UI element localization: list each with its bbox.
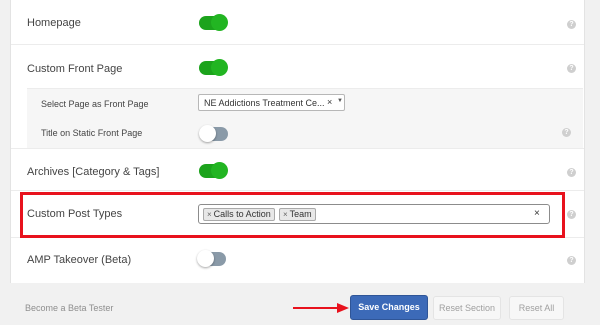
toggle-knob xyxy=(211,59,228,76)
homepage-toggle[interactable] xyxy=(199,14,228,31)
post-type-tag-label: Team xyxy=(289,209,312,219)
custom-front-page-toggle[interactable] xyxy=(199,59,228,76)
custom-post-types-multiselect[interactable]: × Calls to Action × Team × xyxy=(198,204,550,224)
title-static-toggle[interactable] xyxy=(199,125,228,142)
clear-all-icon[interactable]: × xyxy=(534,208,540,219)
amp-takeover-toggle[interactable] xyxy=(197,250,226,267)
reset-section-button[interactable]: Reset Section xyxy=(433,296,501,320)
save-changes-button[interactable]: Save Changes xyxy=(350,295,428,320)
help-icon[interactable]: ? xyxy=(567,64,576,73)
archives-row: Archives [Category & Tags] ? xyxy=(11,148,584,191)
toggle-knob xyxy=(197,250,214,267)
help-icon[interactable]: ? xyxy=(567,256,576,265)
close-icon[interactable]: × xyxy=(283,210,288,219)
help-icon[interactable]: ? xyxy=(567,168,576,177)
post-type-tag[interactable]: × Team xyxy=(279,208,316,221)
toggle-knob xyxy=(199,125,216,142)
select-page-label: Select Page as Front Page xyxy=(41,99,149,109)
post-type-tag[interactable]: × Calls to Action xyxy=(203,208,275,221)
toggle-knob xyxy=(211,162,228,179)
reset-all-button[interactable]: Reset All xyxy=(509,296,564,320)
custom-front-page-label: Custom Front Page xyxy=(27,63,123,75)
homepage-row: Homepage ? xyxy=(11,0,584,45)
beta-tester-link[interactable]: Become a Beta Tester xyxy=(25,303,113,313)
front-page-select-value: NE Addictions Treatment Ce... xyxy=(204,98,325,108)
front-page-select[interactable]: NE Addictions Treatment Ce... × ▼ xyxy=(198,94,345,111)
amp-takeover-row: AMP Takeover (Beta) ? xyxy=(11,237,584,283)
help-icon[interactable]: ? xyxy=(567,210,576,219)
archives-label: Archives [Category & Tags] xyxy=(27,166,160,178)
settings-panel: Homepage ? Custom Front Page ? Select Pa… xyxy=(10,0,585,283)
amp-takeover-label: AMP Takeover (Beta) xyxy=(27,254,132,266)
caret-down-icon[interactable]: ▼ xyxy=(337,98,343,104)
clear-selection-icon[interactable]: × xyxy=(327,97,332,107)
help-icon[interactable]: ? xyxy=(567,20,576,29)
homepage-label: Homepage xyxy=(27,17,81,29)
arrow-right-icon xyxy=(293,303,349,313)
close-icon[interactable]: × xyxy=(207,210,212,219)
title-static-label: Title on Static Front Page xyxy=(41,128,143,138)
help-icon[interactable]: ? xyxy=(562,128,571,137)
post-type-tag-label: Calls to Action xyxy=(213,209,271,219)
archives-toggle[interactable] xyxy=(199,162,228,179)
toggle-knob xyxy=(211,14,228,31)
custom-front-page-row: Custom Front Page ? xyxy=(11,45,584,88)
